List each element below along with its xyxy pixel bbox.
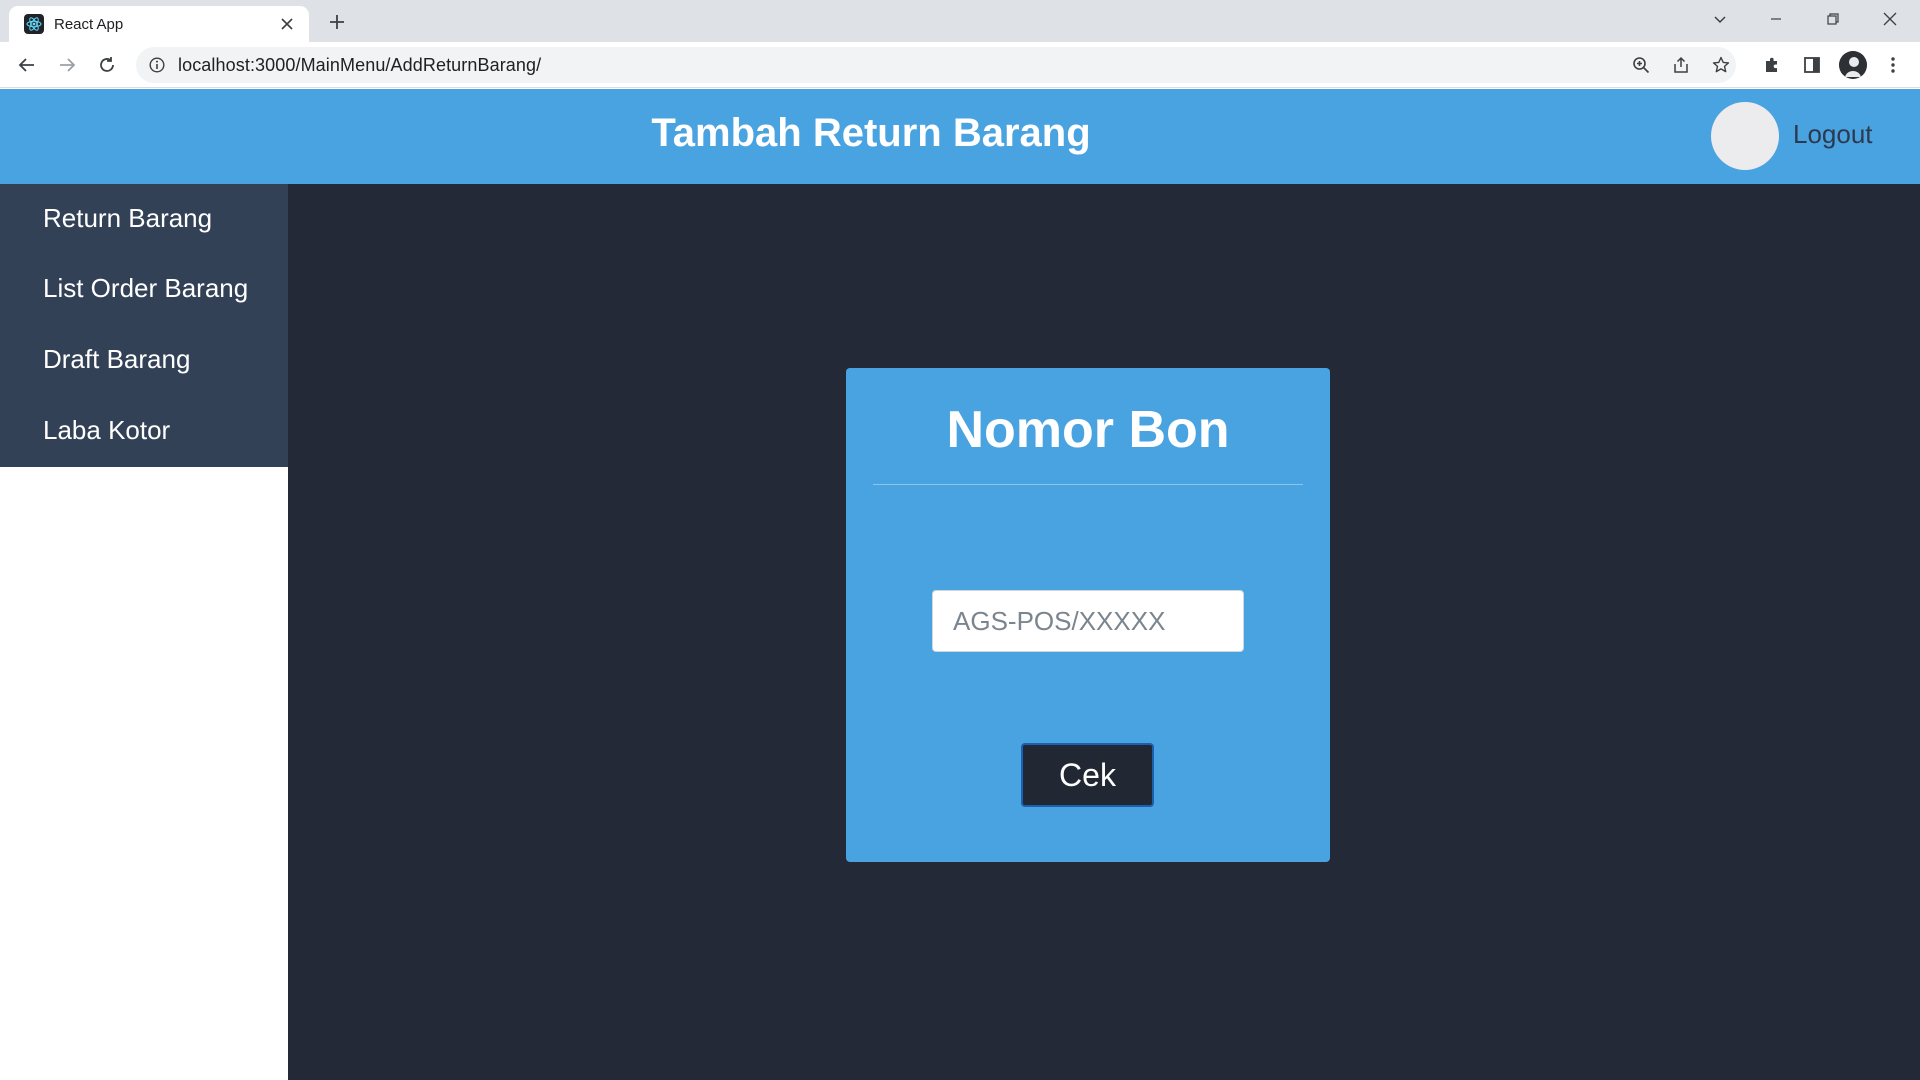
share-icon[interactable] <box>1667 51 1695 79</box>
tab-close-icon[interactable] <box>277 14 297 34</box>
sidebar-item-return-barang[interactable]: Return Barang <box>43 203 212 234</box>
reload-icon[interactable] <box>91 49 123 81</box>
card-divider <box>873 484 1303 485</box>
browser-toolbar: localhost:3000/MainMenu/AddReturnBarang/ <box>0 42 1920 88</box>
close-window-icon[interactable] <box>1862 0 1918 38</box>
minimize-icon[interactable] <box>1748 0 1804 38</box>
react-logo-icon <box>24 14 44 34</box>
forward-arrow-right-icon[interactable] <box>51 49 83 81</box>
tab-title: React App <box>54 15 124 33</box>
user-avatar[interactable] <box>1711 102 1779 170</box>
bookmark-star-icon[interactable] <box>1707 51 1735 79</box>
sidebar: Return Barang List Order Barang Draft Ba… <box>0 184 288 467</box>
cek-button[interactable]: Cek <box>1021 743 1154 807</box>
sidebar-item-draft-barang[interactable]: Draft Barang <box>43 344 190 375</box>
site-info-icon[interactable] <box>148 56 166 74</box>
browser-tab-strip: React App <box>0 0 1920 42</box>
page-title: Tambah Return Barang <box>651 111 1091 155</box>
kebab-menu-icon[interactable] <box>1877 49 1909 81</box>
nomor-bon-input[interactable] <box>932 590 1244 652</box>
browser-tab[interactable]: React App <box>9 6 309 42</box>
address-bar[interactable]: localhost:3000/MainMenu/AddReturnBarang/ <box>136 47 1736 83</box>
back-arrow-left-icon[interactable] <box>11 49 43 81</box>
sidebar-item-laba-kotor[interactable]: Laba Kotor <box>43 415 170 446</box>
app-header: Tambah Return Barang Logout <box>0 89 1920 184</box>
card-title: Nomor Bon <box>946 401 1230 459</box>
sidebar-item-list-order-barang[interactable]: List Order Barang <box>43 273 248 304</box>
new-tab-plus-icon[interactable] <box>323 8 351 36</box>
logout-link[interactable]: Logout <box>1793 119 1873 150</box>
tab-search-chevron-down-icon[interactable] <box>1692 0 1748 38</box>
restore-icon[interactable] <box>1805 0 1861 38</box>
side-panel-icon[interactable] <box>1796 49 1828 81</box>
profile-avatar-icon[interactable] <box>1837 49 1869 81</box>
profile-avatar <box>1839 51 1867 79</box>
zoom-icon[interactable] <box>1627 51 1655 79</box>
url-text: localhost:3000/MainMenu/AddReturnBarang/ <box>178 54 542 75</box>
extensions-puzzle-icon[interactable] <box>1756 49 1788 81</box>
nomor-bon-card: Nomor Bon Cek <box>846 368 1330 862</box>
